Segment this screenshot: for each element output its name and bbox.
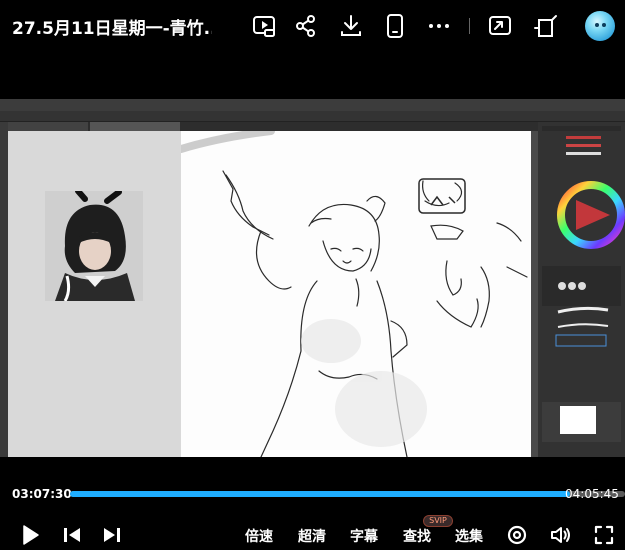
top-bar: 27.5月11日星期一-青竹...	[0, 0, 625, 52]
episodes-button[interactable]: 选集	[455, 526, 483, 546]
download-icon[interactable]	[337, 12, 365, 40]
avatar[interactable]	[585, 11, 615, 41]
app-options-bar	[0, 111, 625, 122]
reference-photo	[45, 191, 143, 301]
play-icon[interactable]	[18, 523, 42, 547]
fullscreen-icon[interactable]	[592, 523, 616, 547]
speed-button[interactable]: 倍速	[245, 526, 273, 546]
reference-panel	[8, 131, 181, 457]
subtitle-button[interactable]: 字幕	[350, 526, 378, 546]
drawing-canvas[interactable]	[177, 127, 531, 457]
share-icon[interactable]	[292, 12, 320, 40]
rotate-icon[interactable]	[532, 12, 560, 40]
canvas-scrollbar[interactable]	[531, 131, 538, 457]
total-time: 04:05:45	[565, 487, 619, 501]
search-button[interactable]: 查找	[403, 526, 431, 546]
video-title: 27.5月11日星期一-青竹...	[12, 19, 212, 39]
app-document-tabs	[8, 122, 538, 131]
video-frame[interactable]	[0, 99, 625, 457]
progress-fill	[70, 491, 570, 497]
more-icon[interactable]	[425, 12, 453, 40]
next-icon[interactable]	[100, 523, 124, 547]
cast-icon[interactable]	[486, 12, 514, 40]
quality-button[interactable]: 超清	[298, 526, 326, 546]
volume-icon[interactable]	[549, 523, 573, 547]
progress-bar[interactable]	[70, 491, 625, 497]
divider	[469, 18, 470, 34]
danmaku-icon[interactable]	[505, 523, 529, 547]
app-side-panels	[538, 122, 625, 457]
current-time: 03:07:30	[12, 487, 72, 501]
picture-in-picture-icon[interactable]	[250, 12, 278, 40]
previous-icon[interactable]	[60, 523, 84, 547]
phone-icon[interactable]	[381, 12, 409, 40]
app-menubar	[0, 99, 625, 111]
app-toolbar	[0, 122, 8, 457]
